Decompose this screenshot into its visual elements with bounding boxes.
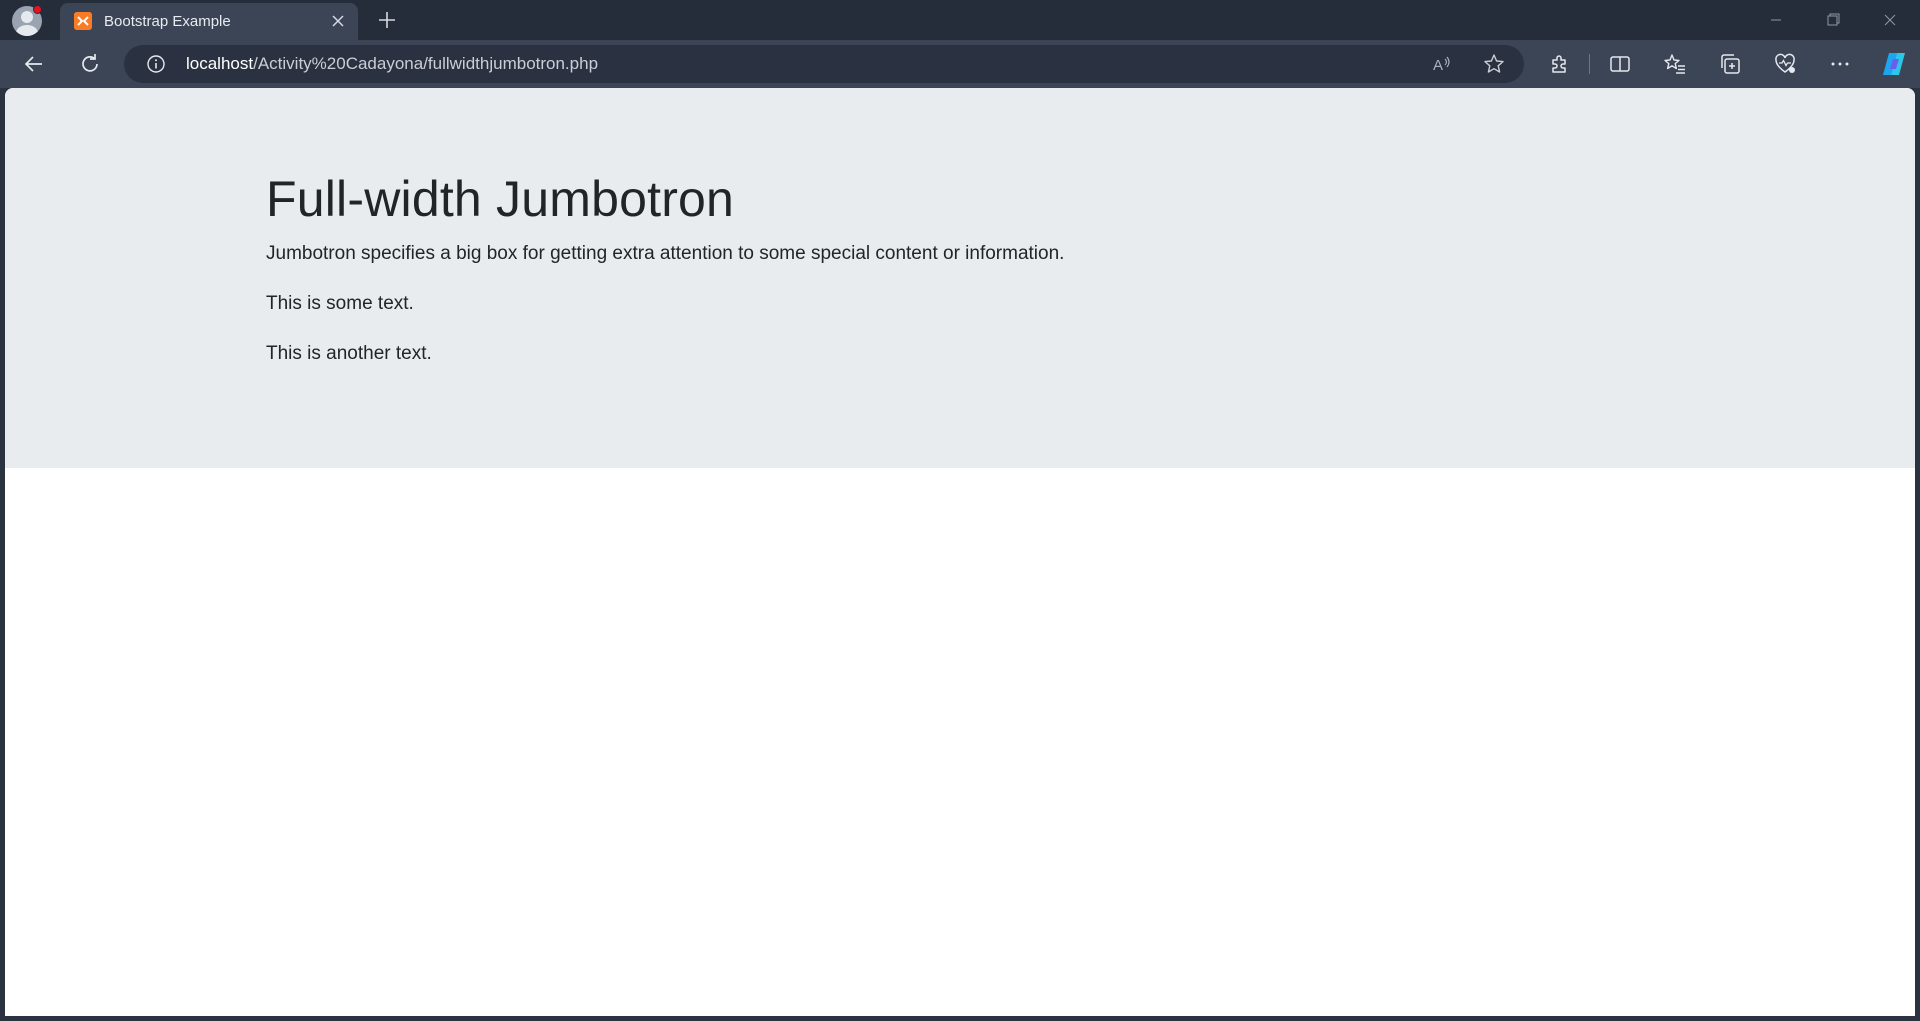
address-bar[interactable]: localhost/Activity%20Cadayona/fullwidthj…	[124, 45, 1524, 83]
minimize-icon[interactable]	[1753, 6, 1799, 34]
close-icon[interactable]	[328, 11, 348, 31]
xampp-favicon-icon	[74, 12, 92, 30]
more-icon[interactable]	[1824, 48, 1856, 80]
tab-title: Bootstrap Example	[104, 13, 231, 30]
extensions-icon[interactable]	[1543, 48, 1575, 80]
web-page: Full-width Jumbotron Jumbotron specifies…	[5, 88, 1915, 1016]
profile-notification-dot	[33, 5, 42, 14]
browser-tab[interactable]: Bootstrap Example	[60, 3, 358, 40]
browser-toolbar: localhost/Activity%20Cadayona/fullwidthj…	[0, 40, 1920, 88]
jumbotron-title: Full-width Jumbotron	[266, 171, 735, 227]
toolbar-separator	[1589, 54, 1590, 74]
jumbotron-paragraph-1: This is some text.	[266, 293, 414, 314]
restore-icon[interactable]	[1810, 6, 1856, 34]
jumbotron: Full-width Jumbotron Jumbotron specifies…	[5, 88, 1915, 468]
title-bar: Bootstrap Example	[0, 0, 1920, 40]
url-text[interactable]: localhost/Activity%20Cadayona/fullwidthj…	[186, 54, 598, 74]
favorite-star-icon[interactable]	[1482, 52, 1506, 76]
back-arrow-icon[interactable]	[18, 48, 50, 80]
collections-icon[interactable]	[1714, 48, 1746, 80]
read-aloud-icon[interactable]: A	[1430, 52, 1454, 76]
info-icon[interactable]	[146, 54, 166, 74]
url-host: localhost	[186, 54, 254, 73]
split-screen-icon[interactable]	[1604, 48, 1636, 80]
refresh-icon[interactable]	[74, 48, 106, 80]
browser-essentials-icon[interactable]	[1769, 48, 1801, 80]
url-path: /Activity%20Cadayona/fullwidthjumbotron.…	[253, 54, 599, 73]
copilot-icon[interactable]	[1878, 48, 1910, 80]
jumbotron-paragraph-2: This is another text.	[266, 343, 432, 364]
window-close-icon[interactable]	[1867, 6, 1913, 34]
svg-text:A: A	[1433, 57, 1443, 74]
plus-icon[interactable]	[372, 5, 402, 35]
favorites-icon[interactable]	[1659, 48, 1691, 80]
jumbotron-lead-text: Jumbotron specifies a big box for gettin…	[266, 243, 1065, 264]
